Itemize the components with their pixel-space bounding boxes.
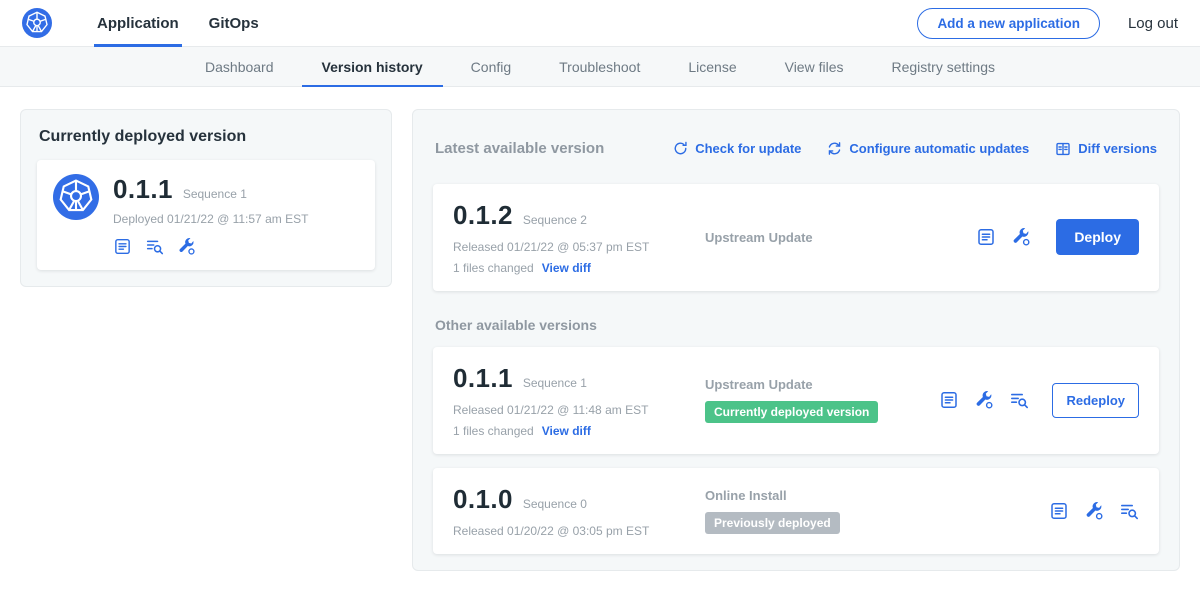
version-source: Upstream Update	[705, 230, 976, 245]
version-card-0-1-0: 0.1.0 Sequence 0 Released 01/20/22 @ 03:…	[433, 468, 1159, 554]
currently-deployed-badge: Currently deployed version	[705, 401, 878, 423]
subnav-version-history[interactable]: Version history	[298, 47, 447, 86]
deployed-date: Deployed 01/21/22 @ 11:57 am EST	[113, 212, 308, 226]
version-source: Upstream Update	[705, 377, 939, 392]
view-files-icon[interactable]	[1119, 501, 1139, 521]
view-files-icon[interactable]	[1009, 390, 1029, 410]
versions-panel: Latest available version Check for updat…	[412, 109, 1180, 571]
check-for-update-label: Check for update	[695, 141, 801, 156]
add-application-button[interactable]: Add a new application	[917, 8, 1100, 39]
app-subnav: Dashboard Version history Config Trouble…	[0, 47, 1200, 87]
release-notes-icon[interactable]	[976, 227, 996, 247]
other-versions-title: Other available versions	[433, 317, 1159, 333]
currently-deployed-panel: Currently deployed version 0.1.1 Sequenc…	[20, 109, 392, 287]
currently-deployed-title: Currently deployed version	[39, 128, 375, 146]
tab-gitops[interactable]: GitOps	[194, 0, 274, 47]
subnav-dashboard[interactable]: Dashboard	[181, 47, 298, 86]
logout-button[interactable]: Log out	[1128, 15, 1178, 32]
configure-updates-link[interactable]: Configure automatic updates	[827, 141, 1029, 157]
diff-versions-link[interactable]: Diff versions	[1055, 141, 1157, 157]
version-number: 0.1.2	[453, 200, 513, 231]
release-notes-icon[interactable]	[113, 237, 132, 256]
view-files-icon[interactable]	[145, 237, 164, 256]
tab-application[interactable]: Application	[82, 0, 194, 47]
refresh-icon	[673, 141, 688, 156]
subnav-troubleshoot[interactable]: Troubleshoot	[535, 47, 664, 86]
files-changed-label: 1 files changed	[453, 261, 534, 275]
deploy-button[interactable]: Deploy	[1056, 219, 1139, 255]
top-navbar: Application GitOps Add a new application…	[0, 0, 1200, 47]
diff-icon	[1055, 141, 1071, 157]
version-sequence: Sequence 2	[523, 213, 587, 227]
config-wrench-icon[interactable]	[177, 237, 196, 256]
subnav-config[interactable]: Config	[447, 47, 535, 86]
main-content: Currently deployed version 0.1.1 Sequenc…	[0, 87, 1200, 593]
version-sequence: Sequence 1	[523, 376, 587, 390]
deployed-version-card: 0.1.1 Sequence 1 Deployed 01/21/22 @ 11:…	[37, 160, 375, 270]
previously-deployed-badge: Previously deployed	[705, 512, 840, 534]
version-source: Online Install	[705, 488, 1049, 503]
app-logo-icon	[53, 174, 99, 256]
subnav-license[interactable]: License	[664, 47, 760, 86]
kubernetes-logo-icon	[22, 8, 52, 38]
subnav-view-files[interactable]: View files	[761, 47, 868, 86]
check-for-update-link[interactable]: Check for update	[673, 141, 801, 157]
deployed-sequence: Sequence 1	[183, 187, 247, 201]
version-sequence: Sequence 0	[523, 497, 587, 511]
view-diff-link[interactable]: View diff	[542, 261, 591, 275]
version-number: 0.1.1	[453, 363, 513, 394]
released-date: Released 01/20/22 @ 03:05 pm EST	[453, 524, 705, 538]
sync-icon	[827, 141, 842, 156]
release-notes-icon[interactable]	[939, 390, 959, 410]
redeploy-button[interactable]: Redeploy	[1052, 383, 1139, 418]
config-wrench-icon[interactable]	[1011, 227, 1031, 247]
files-changed-label: 1 files changed	[453, 424, 534, 438]
config-wrench-icon[interactable]	[1084, 501, 1104, 521]
diff-versions-label: Diff versions	[1078, 141, 1157, 156]
version-card-0-1-1: 0.1.1 Sequence 1 Released 01/21/22 @ 11:…	[433, 347, 1159, 454]
latest-available-title: Latest available version	[435, 140, 604, 157]
released-date: Released 01/21/22 @ 11:48 am EST	[453, 403, 705, 417]
released-date: Released 01/21/22 @ 05:37 pm EST	[453, 240, 705, 254]
subnav-registry-settings[interactable]: Registry settings	[868, 47, 1019, 86]
version-number: 0.1.0	[453, 484, 513, 515]
configure-updates-label: Configure automatic updates	[849, 141, 1029, 156]
release-notes-icon[interactable]	[1049, 501, 1069, 521]
version-card-latest: 0.1.2 Sequence 2 Released 01/21/22 @ 05:…	[433, 184, 1159, 291]
config-wrench-icon[interactable]	[974, 390, 994, 410]
view-diff-link[interactable]: View diff	[542, 424, 591, 438]
deployed-version-number: 0.1.1	[113, 174, 173, 205]
